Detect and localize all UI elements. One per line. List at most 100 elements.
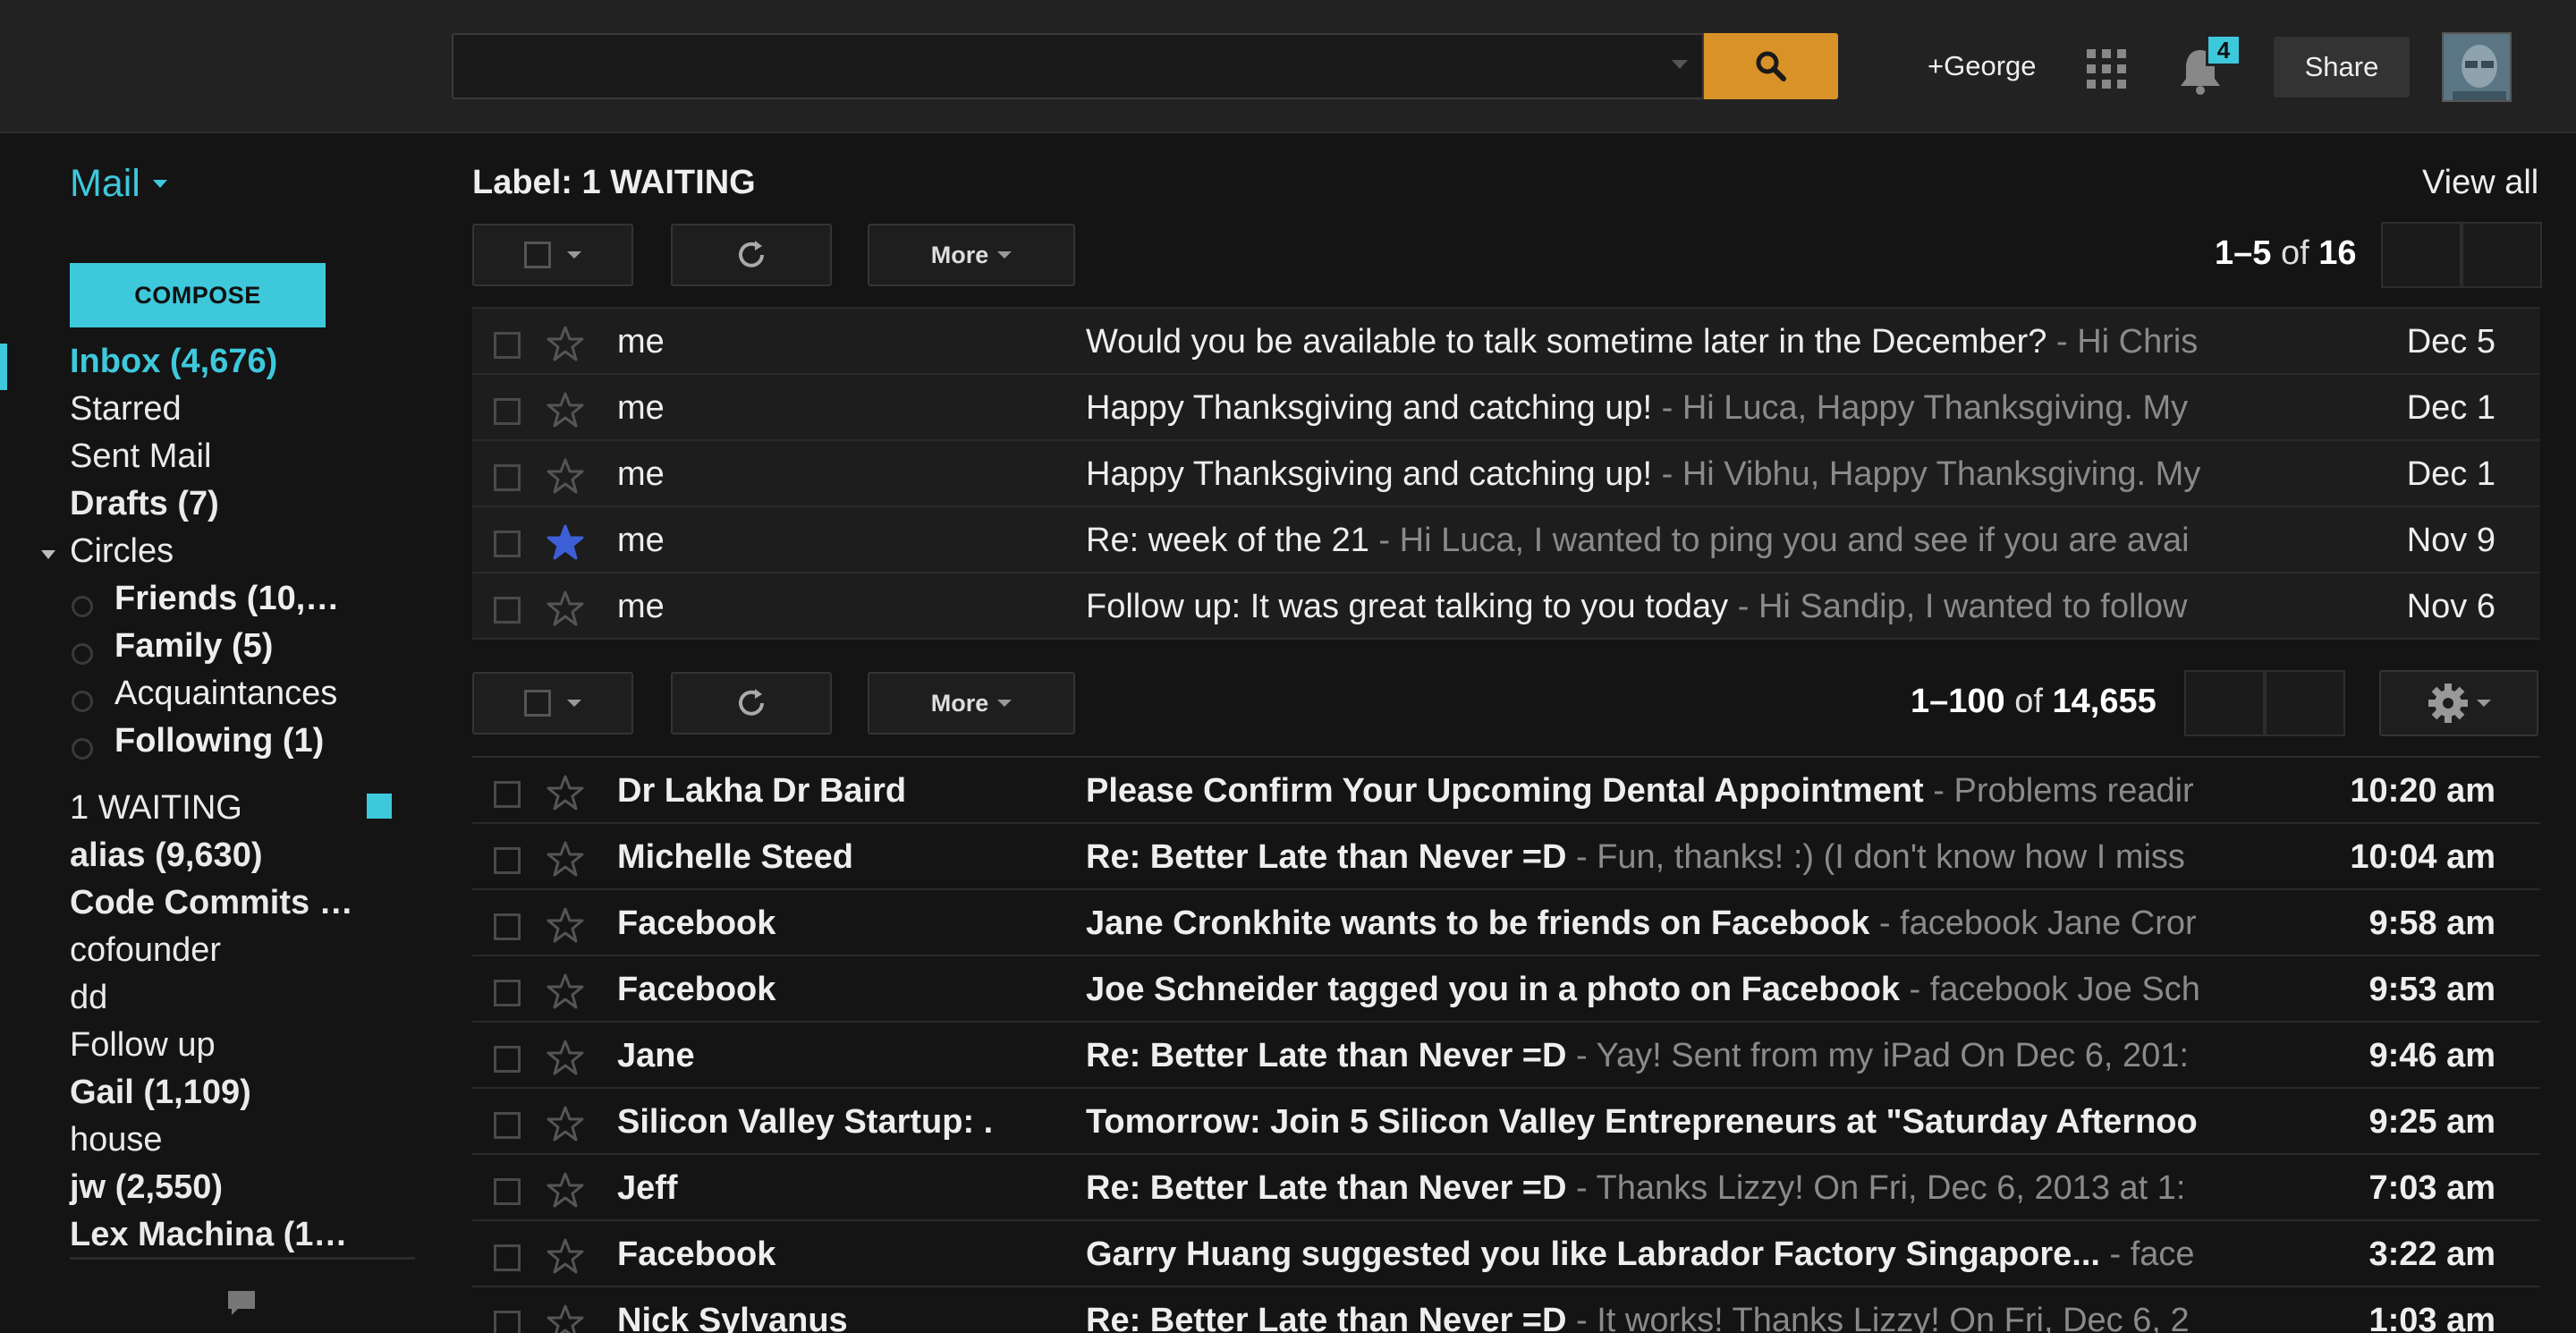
email-row[interactable]: Silicon Valley Startup: . Tomorrow: Join … (472, 1089, 2540, 1155)
email-sender: Jane (617, 1037, 695, 1074)
sidebar-item-following[interactable]: Following (1) (114, 722, 324, 760)
email-date: 9:46 am (2368, 1037, 2496, 1074)
star-icon[interactable] (546, 1170, 585, 1210)
row-checkbox[interactable] (494, 1046, 521, 1073)
star-icon[interactable] (546, 1236, 585, 1276)
view-all-link[interactable]: View all (2422, 164, 2538, 202)
email-row[interactable]: Nick Sylvanus Re: Better Late than Never … (472, 1287, 2540, 1333)
compose-button[interactable]: COMPOSE (70, 263, 326, 327)
row-checkbox[interactable] (494, 398, 521, 425)
older-page-button[interactable] (2265, 670, 2345, 736)
row-checkbox[interactable] (494, 1112, 521, 1139)
label-email-list: me Would you be available to talk sometim… (472, 307, 2540, 640)
star-icon[interactable] (546, 589, 585, 628)
expand-caret-icon[interactable] (41, 550, 55, 559)
email-row[interactable]: Michelle Steed Re: Better Late than Never… (472, 824, 2540, 890)
sidebar-label-code-commits[interactable]: Code Commits … (70, 884, 353, 922)
email-row[interactable]: Facebook Joe Schneider tagged you in a ph… (472, 956, 2540, 1023)
email-row[interactable]: me Re: week of the 21 - Hi Luca, I wanted… (472, 507, 2540, 573)
select-all-checkbox-button[interactable] (472, 224, 633, 286)
row-checkbox[interactable] (494, 1244, 521, 1271)
avatar[interactable] (2442, 32, 2512, 102)
row-checkbox[interactable] (494, 531, 521, 557)
active-folder-marker (0, 344, 7, 390)
email-row[interactable]: me Happy Thanksgiving and catching up! - … (472, 441, 2540, 507)
sidebar-label-follow-up[interactable]: Follow up (70, 1026, 216, 1065)
sidebar-label-gail[interactable]: Gail (1,109) (70, 1074, 251, 1112)
newer-page-button[interactable] (2184, 670, 2265, 736)
email-row[interactable]: me Happy Thanksgiving and catching up! - … (472, 375, 2540, 441)
row-checkbox[interactable] (494, 913, 521, 940)
star-icon[interactable] (546, 456, 585, 496)
mail-menu-button[interactable]: Mail (70, 162, 167, 206)
sidebar-item-acquaintances[interactable]: Acquaintances (114, 675, 337, 713)
sidebar-label-1-waiting[interactable]: 1 WAITING (70, 789, 242, 828)
settings-button[interactable] (2379, 670, 2538, 736)
search-box[interactable] (452, 33, 1704, 99)
row-checkbox[interactable] (494, 1178, 521, 1205)
email-row[interactable]: Facebook Jane Cronkhite wants to be frien… (472, 890, 2540, 956)
row-checkbox[interactable] (494, 980, 521, 1006)
search-options-caret-icon[interactable] (1672, 60, 1688, 69)
star-icon[interactable] (546, 773, 585, 812)
sidebar-item-circles[interactable]: Circles (70, 532, 174, 571)
star-icon[interactable] (546, 1303, 585, 1333)
chat-icon[interactable] (225, 1287, 258, 1320)
apps-grid-icon[interactable] (2087, 49, 2126, 89)
sidebar-label-lex-machina[interactable]: Lex Machina (1… (70, 1216, 347, 1254)
star-icon[interactable] (546, 324, 585, 363)
older-page-button[interactable] (2462, 222, 2542, 288)
email-row[interactable]: me Follow up: It was great talking to you… (472, 573, 2540, 640)
more-button[interactable]: More (868, 672, 1075, 734)
row-checkbox[interactable] (494, 847, 521, 874)
sidebar-item-family[interactable]: Family (5) (114, 627, 273, 666)
page-title: Label: 1 WAITING (472, 164, 756, 201)
sidebar-label-house[interactable]: house (70, 1121, 163, 1159)
refresh-button[interactable] (671, 672, 832, 734)
refresh-button[interactable] (671, 224, 832, 286)
sidebar-item-drafts[interactable]: Drafts (7) (70, 485, 219, 523)
star-icon[interactable] (546, 390, 585, 429)
email-subject: Re: week of the 21 (1086, 522, 1369, 559)
user-profile-link[interactable]: +George (1928, 50, 2037, 82)
sidebar-label-cofounder[interactable]: cofounder (70, 931, 221, 970)
email-date: 9:53 am (2368, 971, 2496, 1008)
sidebar-label-jw[interactable]: jw (2,550) (70, 1168, 223, 1207)
sidebar-item-inbox[interactable]: Inbox (4,676) (70, 343, 277, 381)
divider (70, 1257, 415, 1260)
email-row[interactable]: Jane Re: Better Late than Never =D - Yay!… (472, 1023, 2540, 1089)
search-button[interactable] (1704, 33, 1838, 99)
notification-count-badge[interactable]: 4 (2206, 34, 2241, 66)
email-sender: me (617, 522, 665, 559)
star-icon[interactable] (546, 839, 585, 879)
more-button[interactable]: More (868, 224, 1075, 286)
star-icon[interactable] (546, 905, 585, 945)
star-filled-icon[interactable] (546, 522, 585, 562)
newer-page-button[interactable] (2381, 222, 2462, 288)
sidebar-item-friends[interactable]: Friends (10,… (114, 580, 339, 618)
search-input[interactable] (453, 35, 1643, 98)
sidebar-item-sent-mail[interactable]: Sent Mail (70, 437, 211, 476)
email-subject: Would you be available to talk sometime … (1086, 323, 2047, 361)
chevron-down-icon (2477, 700, 2491, 707)
share-button[interactable]: Share (2274, 37, 2410, 98)
email-row[interactable]: Jeff Re: Better Late than Never =D - Than… (472, 1155, 2540, 1221)
email-row[interactable]: Dr Lakha Dr Baird Please Confirm Your Upc… (472, 758, 2540, 824)
star-icon[interactable] (546, 972, 585, 1011)
row-checkbox[interactable] (494, 332, 521, 359)
sidebar: Mail COMPOSE Inbox (4,676) Starred Sent … (0, 135, 429, 1333)
star-icon[interactable] (546, 1038, 585, 1077)
sidebar-label-alias[interactable]: alias (9,630) (70, 836, 262, 875)
email-row[interactable]: me Would you be available to talk sometim… (472, 309, 2540, 375)
sidebar-label-dd[interactable]: dd (70, 979, 107, 1017)
row-checkbox[interactable] (494, 597, 521, 624)
email-row[interactable]: Facebook Garry Huang suggested you like L… (472, 1221, 2540, 1287)
row-checkbox[interactable] (494, 464, 521, 491)
email-date: Nov 6 (2406, 588, 2496, 625)
row-checkbox[interactable] (494, 1311, 521, 1333)
row-checkbox[interactable] (494, 781, 521, 808)
sidebar-item-starred[interactable]: Starred (70, 390, 182, 429)
label-color-swatch[interactable] (367, 794, 392, 819)
star-icon[interactable] (546, 1104, 585, 1143)
select-all-checkbox-button[interactable] (472, 672, 633, 734)
